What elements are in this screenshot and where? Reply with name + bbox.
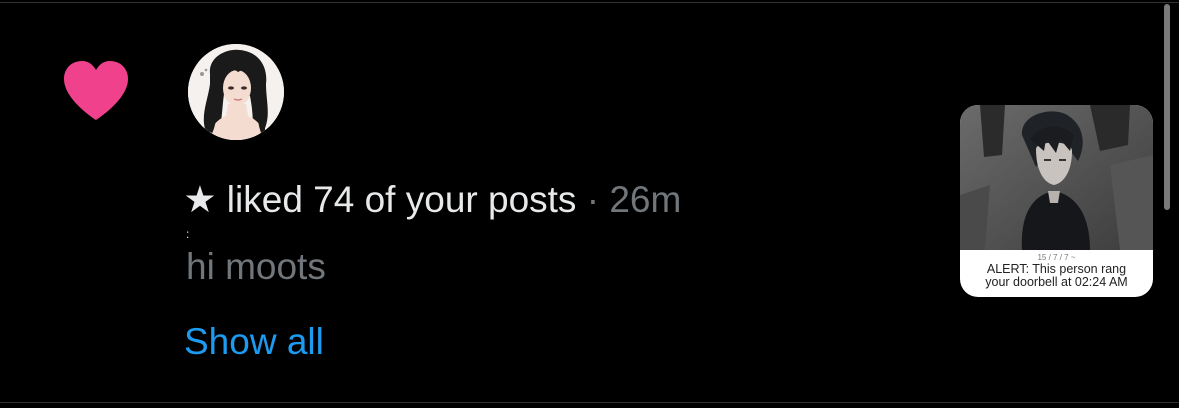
avatar[interactable] [188, 44, 284, 140]
actor-display-name: ★ [183, 179, 217, 220]
notification-line[interactable]: :★ liked 74 of your posts · 26m [183, 176, 682, 241]
scrollbar[interactable] [1164, 4, 1170, 210]
action-text: liked 74 of your posts [226, 179, 577, 220]
post-preview-text[interactable]: hi moots [186, 244, 326, 290]
heart-icon [62, 60, 130, 122]
caption-line-2: your doorbell at 02:24 AM [985, 275, 1128, 289]
top-divider [0, 2, 1179, 3]
decorative-dot: : [186, 227, 190, 241]
thumbnail-image [960, 105, 1153, 250]
separator: · [586, 179, 600, 220]
post-thumbnail[interactable]: 15 / 7 / 7 ~ ALERT: This person rang you… [960, 105, 1153, 297]
timestamp: 26m [609, 179, 682, 220]
bottom-divider [0, 402, 1179, 403]
show-all-link[interactable]: Show all [184, 318, 324, 366]
actor-name[interactable]: :★ [183, 176, 217, 241]
thumbnail-caption: 15 / 7 / 7 ~ ALERT: This person rang you… [960, 253, 1153, 289]
